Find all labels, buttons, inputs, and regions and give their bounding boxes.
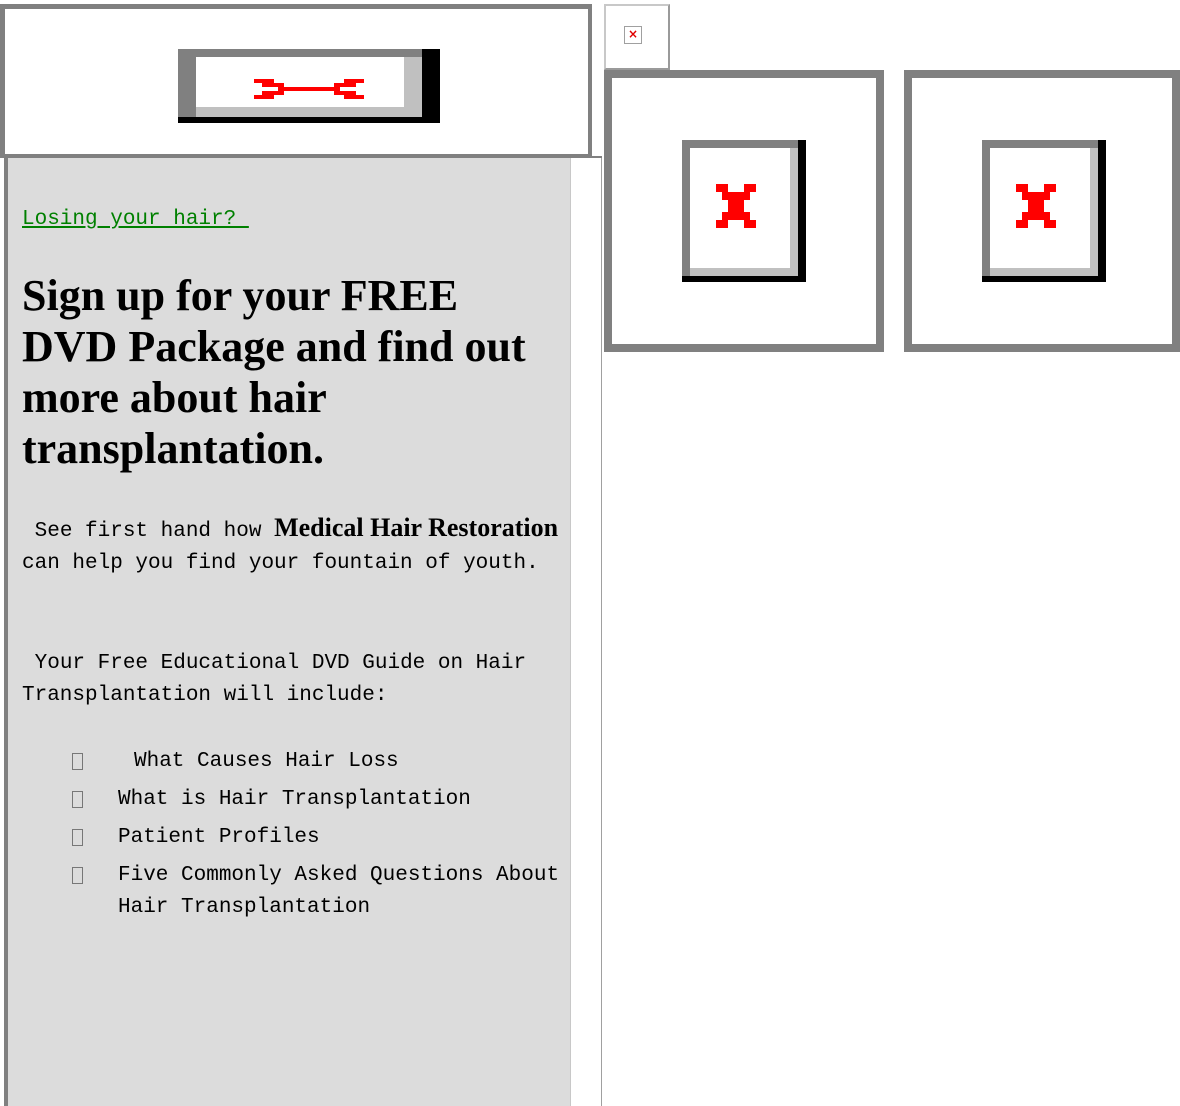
ad-intro-paragraph: See first hand how Medical Hair Restorat… [22,512,562,580]
list-item: What is Hair Transplantation [22,784,562,816]
bullet-icon [72,867,83,884]
broken-image-icon [254,79,364,99]
bullet-icon [72,753,83,770]
panel-gutter [570,158,602,1106]
ad-heading: Sign up for your FREE DVD Package and fi… [22,271,526,473]
list-item: Patient Profiles [22,822,562,854]
bullet-icon [72,791,83,808]
banner-frame [0,4,592,158]
broken-image-box [982,140,1106,282]
broken-image-icon [716,184,756,228]
list-item-label: What is Hair Transplantation [118,788,471,811]
dvd-contents-list: What Causes Hair Loss What is Hair Trans… [22,746,562,930]
list-item: What Causes Hair Loss [22,746,562,778]
list-item-label: Patient Profiles [118,826,320,849]
small-image-frame: × [604,4,670,70]
image-placeholder-1 [604,70,884,352]
losing-hair-link[interactable]: Losing your hair? [22,208,249,231]
broken-image-box [682,140,806,282]
bullet-icon [72,829,83,846]
broken-image-icon: × [624,26,642,44]
intro-text-start: See first hand how [22,520,275,543]
image-placeholder-2 [904,70,1180,352]
broken-image-banner [178,49,440,123]
ad-panel: Losing your hair? Sign up for your FREE … [4,156,602,1106]
list-item: Five Commonly Asked Questions About Hair… [22,860,562,924]
list-item-label: What Causes Hair Loss [134,750,399,773]
list-item-label: Five Commonly Asked Questions About Hair… [118,864,560,919]
broken-image-icon [1016,184,1056,228]
medical-hair-restoration-text: Medical Hair Restoration [274,513,559,542]
ad-dvd-paragraph: Your Free Educational DVD Guide on Hair … [22,652,539,707]
